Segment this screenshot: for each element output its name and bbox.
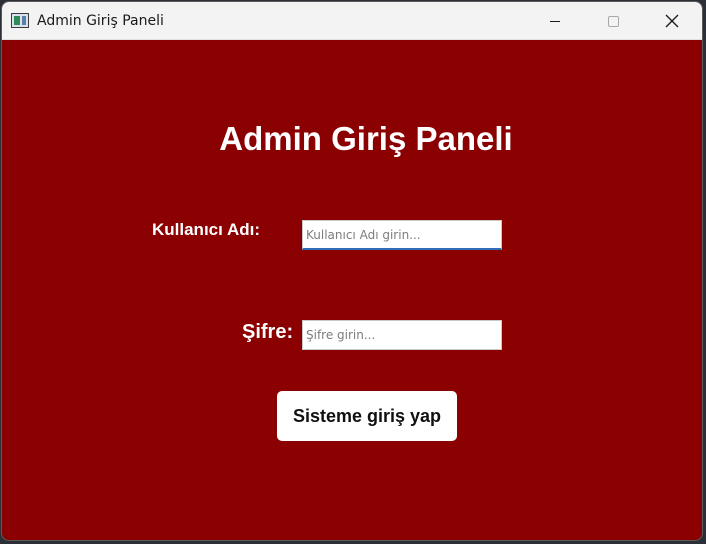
username-label: Kullanıcı Adı: [152,220,260,239]
minimize-button[interactable] [532,2,578,40]
minimize-icon [550,21,560,22]
password-input[interactable] [302,320,502,350]
login-button[interactable]: Sisteme giriş yap [277,391,457,441]
app-window: Admin Giriş Paneli Admin Giriş Paneli Ku… [1,1,703,541]
java-app-icon [11,13,29,28]
close-icon [665,14,679,28]
close-button[interactable] [648,2,694,40]
maximize-button[interactable] [590,2,636,40]
password-label: Şifre: [242,321,294,343]
username-input[interactable] [302,220,502,250]
title-bar[interactable]: Admin Giriş Paneli [2,2,702,40]
window-title: Admin Giriş Paneli [37,13,164,29]
maximize-icon [608,16,619,27]
page-title: Admin Giriş Paneli [219,120,513,157]
login-panel: Admin Giriş Paneli Kullanıcı Adı: Şifre:… [2,40,702,540]
